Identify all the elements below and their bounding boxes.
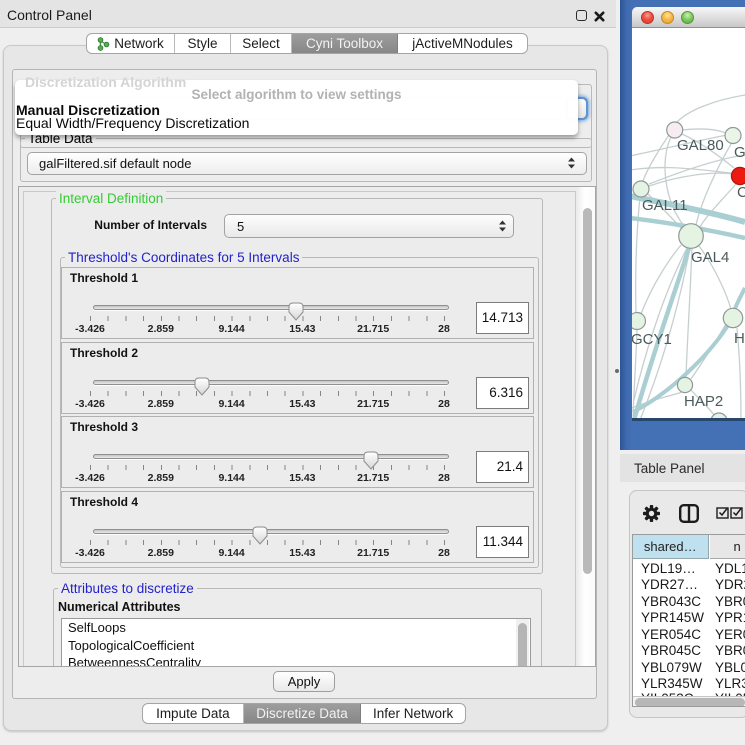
svg-text:GAL80: GAL80 <box>677 137 724 154</box>
svg-text:GCY1: GCY1 <box>632 331 672 348</box>
svg-text:GAL4: GAL4 <box>691 249 729 266</box>
svg-text:GAL11: GAL11 <box>642 197 688 214</box>
svg-text:G.: G. <box>734 144 745 161</box>
svg-text:C: C <box>737 184 745 201</box>
svg-text:HAP2: HAP2 <box>684 393 723 410</box>
svg-text:H: H <box>734 330 745 347</box>
